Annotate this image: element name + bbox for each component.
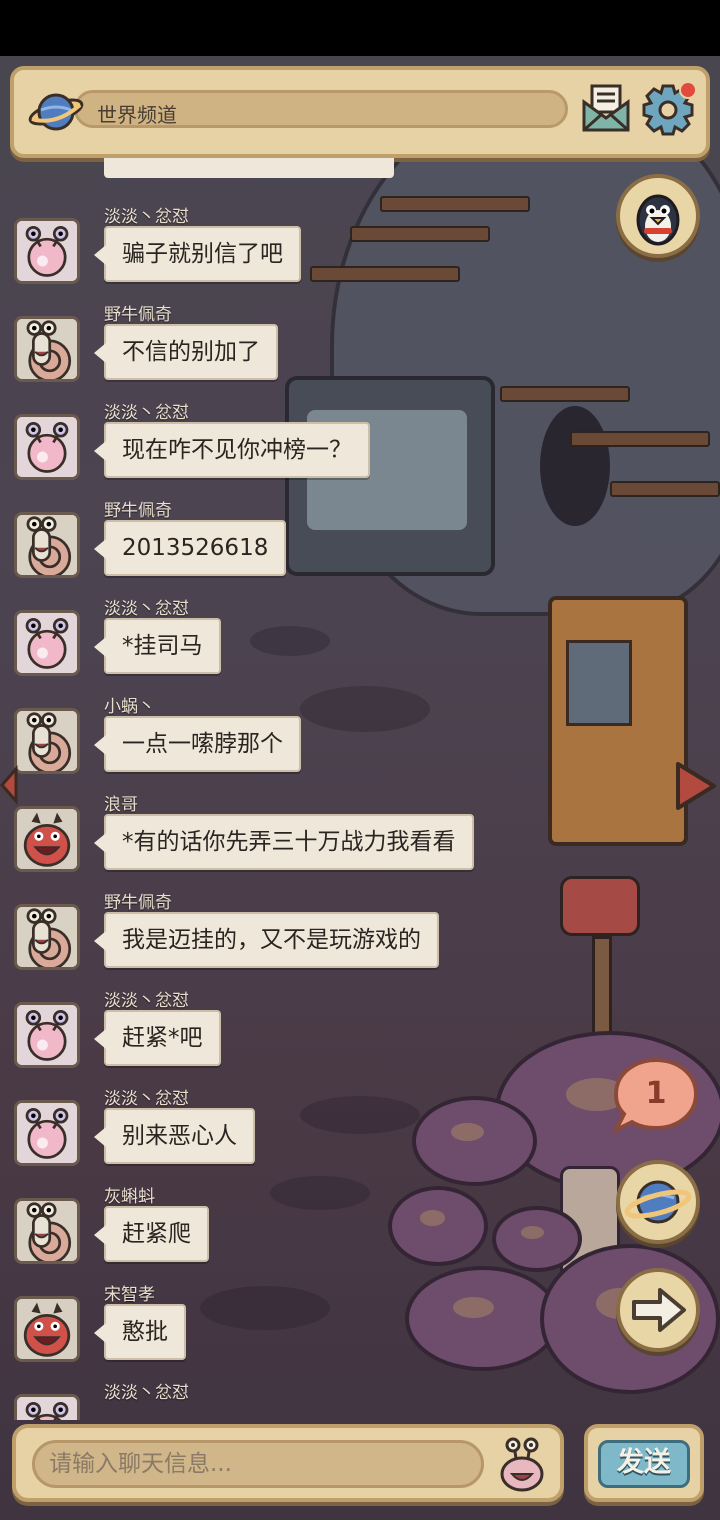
message-bubble: 现在咋不见你冲榜一？	[94, 422, 370, 478]
message-bubble: 赶紧*吧	[94, 1010, 221, 1066]
send-button-label: 发送	[598, 1440, 690, 1488]
notification-count: 1	[645, 1076, 667, 1111]
message-bubble: *挂司马	[94, 618, 221, 674]
left-arrow-icon[interactable]	[0, 765, 18, 805]
status-bar	[0, 0, 720, 56]
top-bar: 世界频道	[10, 66, 710, 158]
planet-icon	[624, 1180, 692, 1224]
settings-badge-dot	[679, 81, 697, 99]
message-username[interactable]: 野牛佩奇	[104, 300, 172, 325]
avatar[interactable]	[14, 218, 80, 284]
cut-off-message	[104, 158, 394, 178]
message-username[interactable]: 宋智孝	[104, 1280, 155, 1305]
chat-input-bar	[12, 1424, 564, 1502]
planet-button[interactable]	[616, 1160, 700, 1244]
gear-icon[interactable]	[642, 80, 698, 136]
message-username[interactable]: 淡淡丶忿怼	[104, 986, 189, 1011]
message-username[interactable]: 灰蝌蚪	[104, 1182, 155, 1207]
chat-message: 宋智孝 憨批	[0, 1280, 600, 1378]
chat-message: 野牛佩奇 2013526618	[0, 496, 600, 594]
chat-message-list[interactable]: 淡淡丶忿怼 骗子就别信了吧 野牛佩奇 不信的别加了 淡淡丶忿怼 现在咋不见你冲榜一？ 野牛佩…	[0, 158, 600, 1420]
message-username[interactable]: 野牛佩奇	[104, 496, 172, 521]
plank	[610, 481, 720, 497]
chat-message: 小蜗丶 一点一嗦脖那个	[0, 692, 600, 790]
chat-message: 野牛佩奇 我是迈挂的，又不是玩游戏的	[0, 888, 600, 986]
message-username[interactable]: 淡淡丶忿怼	[104, 1378, 189, 1403]
snail-face-icon[interactable]	[496, 1436, 548, 1492]
message-bubble: *有的话你先弄三十万战力我看看	[94, 814, 474, 870]
message-bubble: 2013526618	[93, 520, 287, 576]
channel-title: 世界频道	[97, 103, 177, 127]
penguin-button[interactable]	[616, 174, 700, 258]
message-bubble: 骗子就别信了吧	[94, 226, 301, 282]
avatar[interactable]	[14, 1394, 80, 1420]
channel-selector[interactable]: 世界频道	[74, 90, 568, 128]
send-button[interactable]: 发送	[584, 1424, 704, 1502]
arrow-right-icon	[632, 1288, 686, 1332]
right-arrow-icon[interactable]	[672, 758, 720, 814]
chat-message: 淡淡丶忿怼 赶紧*吧	[0, 986, 600, 1084]
avatar[interactable]	[14, 708, 80, 774]
notification-bubble[interactable]: 1	[612, 1056, 700, 1136]
chat-message: 淡淡丶忿怼 骗子就别信了吧	[0, 202, 600, 300]
chat-message: 灰蝌蚪 赶紧爬	[0, 1182, 600, 1280]
message-username[interactable]: 小蜗丶	[104, 692, 155, 717]
avatar[interactable]	[14, 316, 80, 382]
avatar[interactable]	[14, 904, 80, 970]
message-bubble: 我是迈挂的，又不是玩游戏的	[94, 912, 439, 968]
chat-message: 淡淡丶忿怼 *挂司马	[0, 594, 600, 692]
chat-input[interactable]	[32, 1440, 484, 1488]
avatar[interactable]	[14, 1002, 80, 1068]
message-bubble: 别来恶心人	[94, 1108, 255, 1164]
avatar[interactable]	[14, 610, 80, 676]
avatar[interactable]	[14, 1198, 80, 1264]
message-bubble: 赶紧爬	[94, 1206, 209, 1262]
message-username[interactable]: 淡淡丶忿怼	[104, 594, 189, 619]
chat-message: 淡淡丶忿怼	[0, 1378, 600, 1420]
message-username[interactable]: 浪哥	[104, 790, 138, 815]
chat-message: 淡淡丶忿怼 现在咋不见你冲榜一？	[0, 398, 600, 496]
avatar[interactable]	[14, 1100, 80, 1166]
mail-icon[interactable]	[580, 82, 632, 134]
avatar[interactable]	[14, 414, 80, 480]
message-username[interactable]: 野牛佩奇	[104, 888, 172, 913]
planet-icon[interactable]	[28, 88, 84, 136]
message-username[interactable]: 淡淡丶忿怼	[104, 398, 189, 423]
message-bubble: 不信的别加了	[94, 324, 278, 380]
forward-button[interactable]	[616, 1268, 700, 1352]
message-bubble: 一点一嗦脖那个	[94, 716, 301, 772]
message-username[interactable]: 淡淡丶忿怼	[104, 202, 189, 227]
chat-message: 野牛佩奇 不信的别加了	[0, 300, 600, 398]
penguin-icon	[636, 194, 680, 246]
chat-message: 淡淡丶忿怼 别来恶心人	[0, 1084, 600, 1182]
message-bubble: 憨批	[94, 1304, 186, 1360]
chat-message: 浪哥 *有的话你先弄三十万战力我看看	[0, 790, 600, 888]
avatar[interactable]	[14, 1296, 80, 1362]
message-username[interactable]: 淡淡丶忿怼	[104, 1084, 189, 1109]
avatar[interactable]	[14, 512, 80, 578]
avatar[interactable]	[14, 806, 80, 872]
